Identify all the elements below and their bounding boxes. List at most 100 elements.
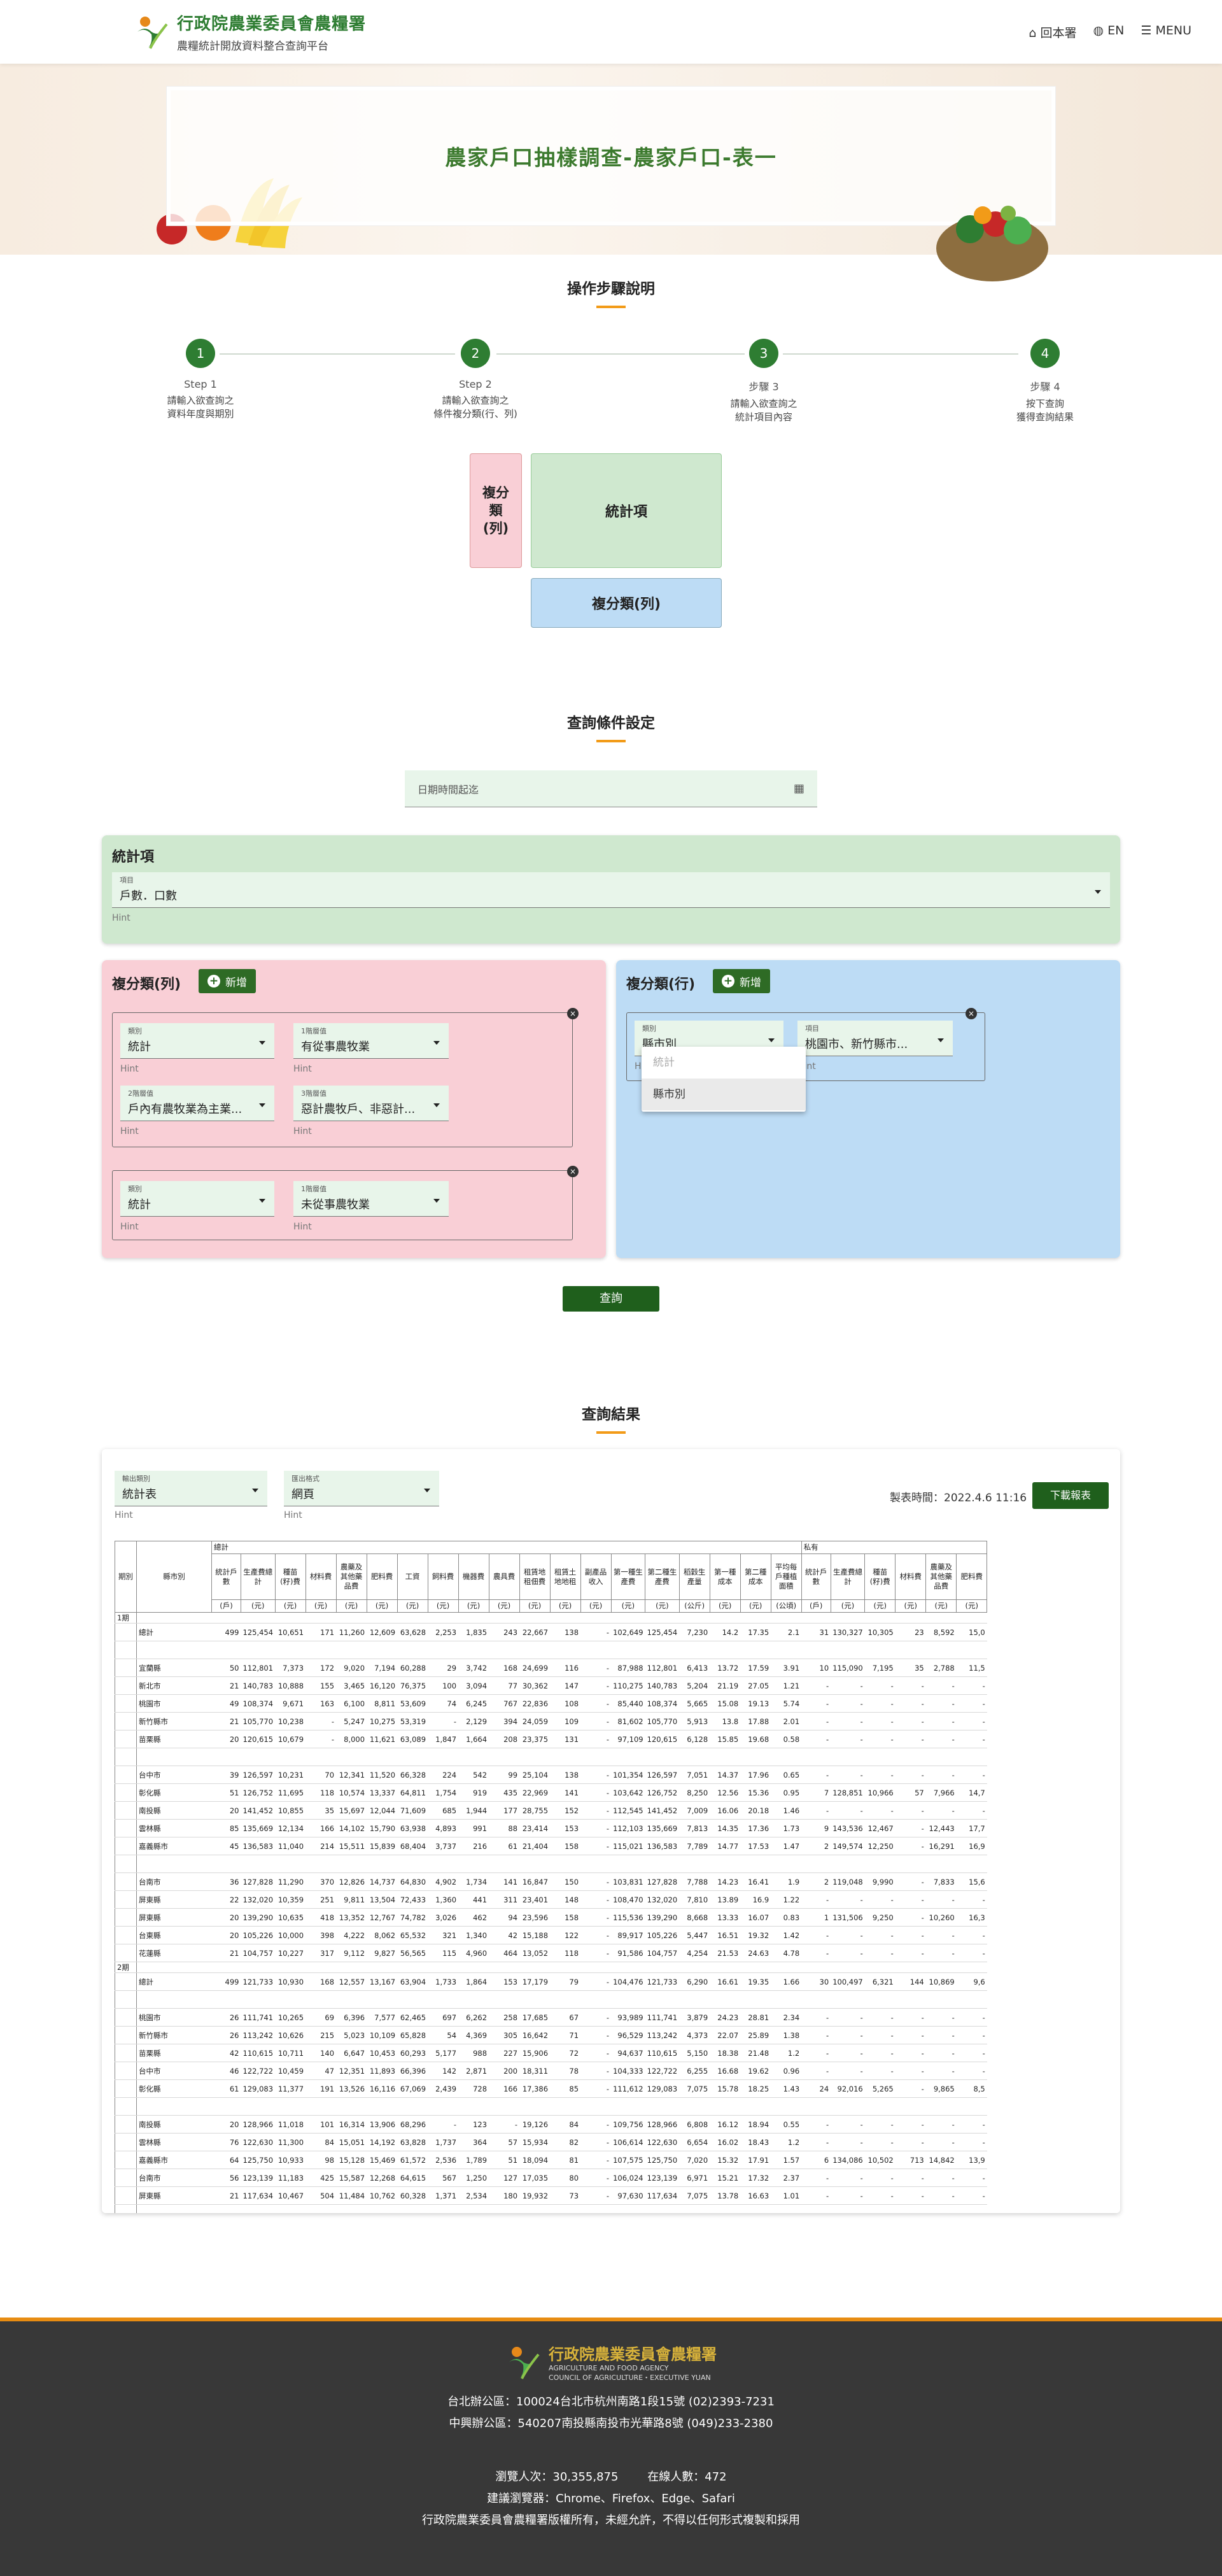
row-category-select[interactable]: 類別 統計 [120, 1023, 274, 1059]
data-cell: - [580, 1972, 612, 1991]
data-cell: 101 [306, 2115, 337, 2134]
data-cell: 18.43 [740, 2133, 771, 2151]
site-logo[interactable]: 行政院農業委員會農糧署 農糧統計開放資料整合查詢平台 [134, 11, 366, 53]
data-cell: 12,609 [367, 1623, 398, 1641]
col-category-dropdown: 統計 縣市別 [642, 1047, 806, 1112]
export-format-select[interactable]: 匯出格式 網頁 [284, 1471, 439, 1506]
data-cell: 6,128 [679, 1730, 710, 1748]
field-label: 1階層值 [301, 1027, 327, 1035]
row-level2-select[interactable]: 2階層值 戶內有農牧業為主業... [120, 1086, 274, 1121]
data-cell: 85 [550, 2079, 581, 2098]
data-cell: 64,830 [397, 1872, 428, 1891]
data-cell: 1.57 [771, 2151, 802, 2169]
data-cell: 10,467 [275, 2186, 306, 2205]
results-section: 查詢結果 [0, 1402, 1222, 1434]
period-spacer [136, 1962, 987, 1973]
data-cell: 111,612 [611, 2079, 645, 2098]
data-cell: 4,893 [428, 1819, 459, 1837]
data-cell: 98 [306, 2151, 337, 2169]
table-row: 台東縣 20 105,226 10,000 398 4,222 8,062 65,532 321… [115, 1926, 987, 1944]
nav-lang-link[interactable]: ◍ EN [1093, 24, 1125, 41]
county-cell: 花蓮縣 [136, 1944, 212, 1962]
add-col-button[interactable]: + 新增 [713, 969, 770, 993]
calendar-icon[interactable]: ▦ [794, 782, 804, 795]
data-cell: 31 [801, 1623, 831, 1641]
field-label: 類別 [642, 1024, 656, 1033]
data-cell: 120,615 [645, 1730, 680, 1748]
data-cell: - [801, 1694, 831, 1713]
data-cell [550, 1641, 581, 1659]
data-cell [611, 1990, 645, 2009]
data-cell: 7,075 [679, 2186, 710, 2205]
data-cell: 85 [211, 1819, 241, 1837]
data-cell: 72 [550, 2044, 581, 2062]
data-cell [519, 1990, 551, 2009]
row-level3-select[interactable]: 3階層值 惡計農牧戶、非惡計... [293, 1086, 449, 1121]
steps-title: 操作步驟說明 [567, 281, 655, 297]
footer-org-title: 行政院農業委員會農糧署 [549, 2346, 717, 2363]
data-cell [275, 1748, 306, 1766]
query-button[interactable]: 查詢 [563, 1286, 659, 1312]
data-cell [710, 1990, 741, 2009]
data-cell: - [956, 2169, 987, 2187]
title-underline [596, 740, 626, 742]
county-cell: 屏東縣 [136, 1890, 212, 1909]
caret-down-icon [259, 1198, 265, 1203]
row-category-select[interactable]: 類別 統計 [120, 1181, 274, 1217]
data-cell: 9,020 [336, 1659, 367, 1677]
col-unit: (元) [580, 1599, 612, 1613]
data-cell: 122,722 [241, 2062, 276, 2080]
data-cell: 542 [458, 1766, 489, 1784]
data-cell: 115,090 [831, 1659, 865, 1677]
remove-group-close-icon[interactable]: × [966, 1008, 977, 1019]
data-cell [801, 2097, 831, 2116]
data-cell: 11,520 [367, 1766, 398, 1784]
data-cell: 127 [489, 2169, 520, 2187]
remove-group-close-icon[interactable]: × [567, 1166, 579, 1177]
data-cell: 26 [211, 2008, 241, 2027]
data-cell: - [956, 1676, 987, 1695]
output-type-select[interactable]: 輸出類別 統計表 [115, 1471, 267, 1506]
data-cell: 63,628 [397, 1623, 428, 1641]
row-level1-select[interactable]: 1階層值 有從事農牧業 [293, 1023, 449, 1059]
data-cell: 1,737 [428, 2133, 459, 2151]
add-row-button[interactable]: + 新增 [199, 969, 256, 993]
data-cell: 7,788 [679, 1872, 710, 1891]
data-cell: - [895, 2062, 926, 2080]
data-cell: 110,275 [611, 1676, 645, 1695]
stat-select[interactable]: 項目 戶數．口數 [112, 872, 1110, 908]
data-cell: - [895, 1801, 926, 1820]
data-cell: 16.02 [710, 2133, 741, 2151]
data-cell: 1.73 [771, 1819, 802, 1837]
data-cell: 84 [306, 2133, 337, 2151]
remove-group-close-icon[interactable]: × [567, 1008, 579, 1019]
data-cell: 224 [428, 1766, 459, 1784]
nav-menu-button[interactable]: ☰ MENU [1141, 24, 1191, 41]
col-item-select[interactable]: 項目 桃園市、新竹縣市... [797, 1021, 953, 1056]
dropdown-option[interactable]: 統計 [642, 1047, 806, 1079]
data-cell [740, 1855, 771, 1873]
data-cell: 135,669 [241, 1819, 276, 1837]
date-range-input[interactable]: 日期時間起迄 ▦ [405, 770, 817, 807]
data-cell: 126,752 [241, 1783, 276, 1802]
row-level1-select[interactable]: 1階層值 未從事農牧業 [293, 1181, 449, 1217]
nav-home-link[interactable]: ⌂ 回本署 [1029, 24, 1076, 41]
footer-org-en1: AGRICULTURE AND FOOD AGENCY [549, 2364, 669, 2372]
data-cell: 168 [489, 1659, 520, 1677]
steps-track: 1 Step 1 請輸入欲查詢之 資料年度與期別 2 Step 2 請輸入欲查詢… [153, 339, 1074, 441]
data-cell [645, 1748, 680, 1766]
data-cell: - [864, 1890, 895, 1909]
data-cell: 18,094 [519, 2151, 551, 2169]
dropdown-option-selected[interactable]: 縣市別 [642, 1079, 806, 1110]
data-cell: 2 [801, 1837, 831, 1855]
data-cell: 10,679 [275, 1730, 306, 1748]
data-cell: - [956, 1766, 987, 1784]
data-cell: 17.32 [740, 2169, 771, 2187]
data-cell: 1,847 [428, 1730, 459, 1748]
data-cell [956, 1748, 987, 1766]
table-row: 苗栗縣 20 120,615 10,679-8,000 11,621 63,089 1,84… [115, 1730, 987, 1748]
download-report-button[interactable]: 下載報表 [1032, 1482, 1109, 1509]
data-cell: 15.08 [710, 1694, 741, 1713]
data-cell: 499 [211, 1623, 241, 1641]
data-cell: - [831, 2008, 865, 2027]
